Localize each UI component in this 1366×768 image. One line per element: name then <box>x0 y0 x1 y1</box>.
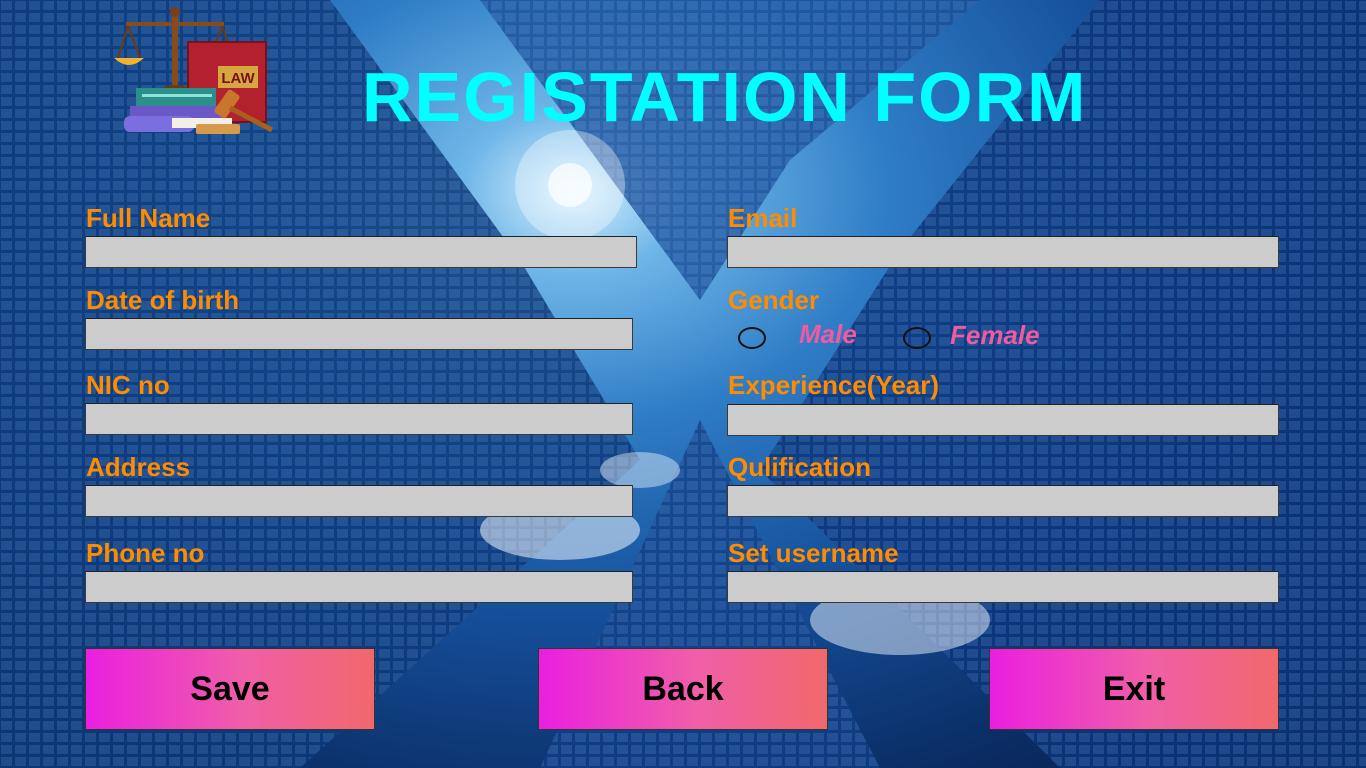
back-button[interactable]: Back <box>538 648 828 730</box>
experience-label: Experience(Year) <box>728 370 940 400</box>
law-scales-books-gavel-icon: LAW <box>114 7 274 134</box>
gender-male-label[interactable]: Male <box>799 319 857 349</box>
address-label: Address <box>86 452 191 482</box>
nic-label: NIC no <box>86 370 170 400</box>
experience-input[interactable] <box>727 404 1279 436</box>
page-title: REGISTATION FORM <box>362 58 1088 136</box>
nic-input[interactable] <box>85 403 633 435</box>
address-input[interactable] <box>85 485 633 517</box>
email-input[interactable] <box>727 236 1279 268</box>
full-name-input[interactable] <box>85 236 637 268</box>
email-label: Email <box>728 203 798 233</box>
gender-female-label[interactable]: Female <box>950 320 1040 350</box>
gender-female-radio[interactable] <box>903 327 931 349</box>
exit-button[interactable]: Exit <box>989 648 1279 730</box>
phone-input[interactable] <box>85 571 633 603</box>
dob-label: Date of birth <box>86 285 240 315</box>
qualification-input[interactable] <box>727 485 1279 517</box>
gender-label: Gender <box>728 285 820 315</box>
phone-label: Phone no <box>86 538 205 568</box>
username-label: Set username <box>728 538 899 568</box>
logo-book-text: LAW <box>221 70 255 87</box>
full-name-label: Full Name <box>86 203 211 233</box>
gender-male-radio[interactable] <box>738 327 766 349</box>
dob-input[interactable] <box>85 318 633 350</box>
save-button[interactable]: Save <box>85 648 375 730</box>
qualification-label: Qulification <box>728 452 871 482</box>
username-input[interactable] <box>727 571 1279 603</box>
law-logo: LAW <box>112 6 278 136</box>
